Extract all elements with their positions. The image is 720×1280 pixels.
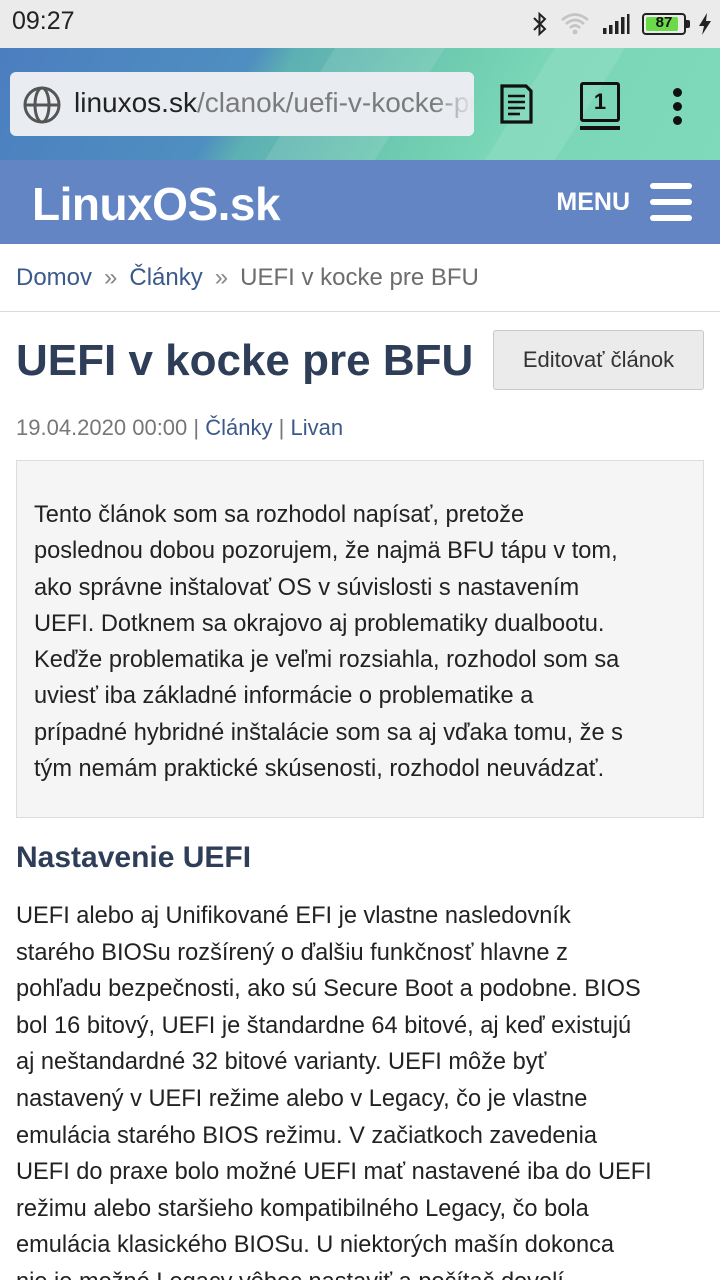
bluetooth-icon [533,11,547,37]
perex-line: Keďže problematika je veľmi rozsiahla, r… [34,647,620,674]
url-domain: linuxos.sk [74,87,197,118]
reader-mode-icon[interactable] [498,84,534,124]
address-bar[interactable]: linuxos.sk/clanok/uefi-v-kocke-pre-bfu/ [10,72,474,136]
article-author-link[interactable]: Livan [290,415,343,440]
body-line: aj neštandardné 32 bitové varianty. UEFI… [16,1049,547,1076]
more-dot [673,88,682,97]
status-time: 09:27 [12,7,75,35]
body-line: UEFI do praxe bolo možné UEFI mať nastav… [16,1159,652,1186]
breadcrumb-separator: » [104,264,118,291]
battery-icon: 87 [642,13,690,35]
url-fade [434,72,474,136]
more-dot [673,116,682,125]
body-line: starého BIOSu rozšírený o ďalšiu funkčno… [16,939,568,966]
meta-separator: | [193,415,200,440]
tabs-underline [580,126,620,130]
url-path: /clanok/uefi-v-kocke-pre-bfu/ [196,87,474,118]
browser-toolbar: linuxos.sk/clanok/uefi-v-kocke-pre-bfu/ … [0,48,720,160]
wifi-icon [561,13,589,35]
perex-line: poslednou dobou pozorujem, že najmä BFU … [34,538,618,565]
body-line: nastavený v UEFI režime alebo v Legacy, … [16,1085,588,1112]
battery-level: 87 [655,14,673,31]
body-line: emulácia klasického BIOSu. U niektorých … [16,1232,614,1259]
article-meta: 19.04.2020 00:00 | Články | Livan [16,415,343,441]
status-bar: 09:27 87 [0,0,720,48]
breadcrumb-separator: » [214,264,229,291]
globe-icon [23,86,61,124]
menu-button[interactable]: MENU [556,180,692,224]
site-logo[interactable]: LinuxOS.sk [32,177,281,231]
section-heading: Nastavenie UEFI [16,841,252,874]
perex-line: uviesť iba základné informácie o problem… [34,683,534,710]
hamburger-icon [650,183,692,221]
url-text[interactable]: linuxos.sk/clanok/uefi-v-kocke-pre-bfu/ [74,87,474,119]
body-line: bol 16 bitový, UEFI je štandardne 64 bit… [16,1012,632,1039]
signal-icon [603,14,630,34]
article-title: UEFI v kocke pre BFU [16,336,474,385]
menu-label: MENU [556,187,630,216]
meta-separator: | [278,415,285,440]
body-line: režimu alebo staršieho kompatibilného Le… [16,1195,589,1222]
perex-line: UEFI. Dotknem sa okrajovo aj problematik… [34,610,605,637]
more-options-icon[interactable] [666,88,690,128]
more-dot [673,102,682,111]
edit-article-button[interactable]: Editovať článok [493,330,704,390]
article-category-link[interactable]: Články [205,415,272,440]
tabs-button[interactable]: 1 [580,82,620,122]
body-line: UEFI alebo aj Unifikované EFI je vlastne… [16,903,571,929]
perex-line: prípadné hybridné inštalácie som sa aj v… [34,719,623,746]
site-header: LinuxOS.sk MENU [0,160,720,244]
perex-text: Tento článok som sa rozhodol napísať, pr… [34,497,694,787]
perex-line: tým nemám praktické skúsenosti, rozhodol… [34,756,605,783]
body-line: emulácia starého BIOS režimu. V začiatko… [16,1122,597,1149]
perex-line: Tento článok som sa rozhodol napísať, pr… [34,502,525,528]
status-icons: 87 [532,8,712,40]
breadcrumb-section[interactable]: Články [129,264,202,291]
article-date: 19.04.2020 00:00 [16,415,188,440]
breadcrumb-current: UEFI v kocke pre BFU [240,264,479,291]
body-line: nie je možné Legacy vôbec nastaviť a poč… [16,1264,716,1280]
article-perex: Tento článok som sa rozhodol napísať, pr… [16,460,704,818]
charging-icon [699,13,711,35]
breadcrumb: Domov » Články » UEFI v kocke pre BFU [0,244,720,312]
perex-line: ako správne inštalovať OS v súvislosti s… [34,574,580,601]
body-line: pohľadu bezpečnosti, ako sú Secure Boot … [16,976,641,1003]
breadcrumb-home[interactable]: Domov [16,264,92,291]
article-body: UEFI alebo aj Unifikované EFI je vlastne… [16,898,716,1280]
